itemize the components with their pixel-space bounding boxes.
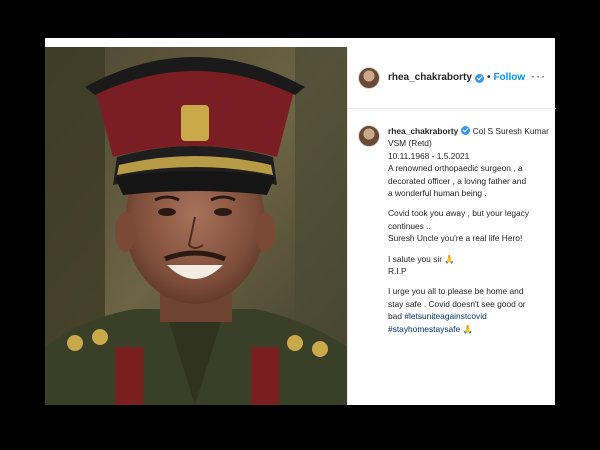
caption-line: A renowned orthopaedic surgeon , a bbox=[388, 163, 523, 174]
verified-icon bbox=[474, 74, 484, 83]
separator-dot: • bbox=[486, 72, 491, 83]
post-details-panel: rhea_chakraborty • Follow ··· rhea_chakr… bbox=[347, 47, 556, 405]
post-header: rhea_chakraborty • Follow ··· bbox=[348, 47, 556, 109]
caption-salute: I salute you sir 🙏 bbox=[388, 253, 455, 264]
caption-line: a wonderful human being . bbox=[388, 188, 487, 199]
caption-line: Covid took you away , but your legacy bbox=[388, 208, 530, 219]
caption-line: I urge you all to please be home and bbox=[388, 286, 524, 297]
follow-button[interactable]: Follow bbox=[493, 72, 525, 83]
caption-line: continues .. bbox=[388, 220, 431, 231]
caption-line: Suresh Uncle you're a real life Hero! bbox=[388, 233, 523, 244]
caption-avatar[interactable] bbox=[358, 125, 380, 147]
caption-username[interactable]: rhea_chakraborty bbox=[388, 126, 458, 136]
screenshot-frame: rhea_chakraborty • Follow ··· rhea_chakr… bbox=[0, 0, 600, 450]
letterbox-right bbox=[555, 38, 600, 405]
caption-rip: R.I.P bbox=[388, 266, 407, 277]
hashtag-link[interactable]: #stayhomestaysafe bbox=[388, 324, 460, 334]
avatar[interactable] bbox=[358, 66, 380, 89]
letterbox-top bbox=[0, 0, 600, 38]
caption-text: rhea_chakraborty Col S Suresh Kumar VSM … bbox=[388, 125, 550, 335]
header-username[interactable]: rhea_chakraborty bbox=[388, 72, 472, 83]
hashtag-line: #stayhomestaysafe 🙏 bbox=[388, 323, 550, 335]
letterbox-left bbox=[0, 38, 45, 405]
pray-emoji: 🙏 bbox=[460, 323, 473, 334]
hashtag-link[interactable]: #letsuniteagainstcovid bbox=[404, 311, 486, 321]
more-options-icon[interactable]: ··· bbox=[531, 69, 546, 83]
post-photo[interactable] bbox=[45, 47, 347, 405]
caption-line: stay safe . Covid doesn't see good or bbox=[388, 298, 526, 309]
post-caption: rhea_chakraborty Col S Suresh Kumar VSM … bbox=[358, 125, 550, 335]
caption-line: decorated officer , a loving father and bbox=[388, 175, 527, 186]
caption-line: bad bbox=[388, 311, 402, 322]
caption-dates: 10.11.1968 - 1.5.2021 bbox=[388, 150, 470, 161]
letterbox-bottom bbox=[0, 405, 600, 450]
verified-icon bbox=[461, 126, 471, 135]
officer-portrait-image bbox=[45, 47, 347, 405]
